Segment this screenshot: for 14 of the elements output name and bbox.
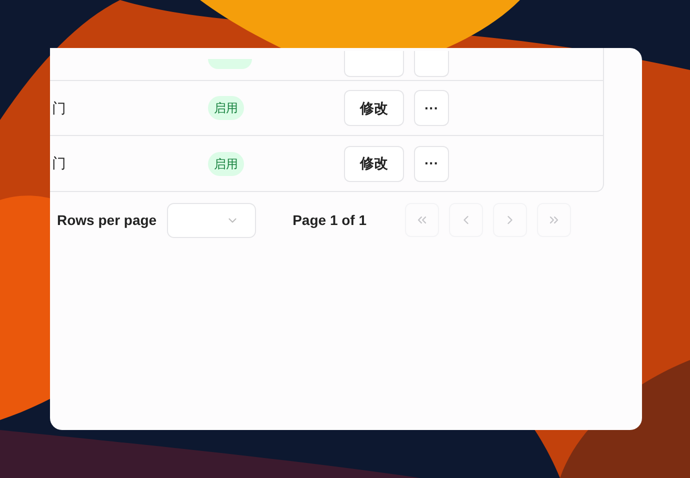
table-cell: 门	[52, 155, 66, 171]
rows-per-page-label: Rows per page	[57, 210, 157, 230]
status-tag: 启用	[208, 96, 244, 120]
table-cell: 门	[52, 100, 66, 116]
status-tag: 启用	[208, 152, 244, 176]
page-indicator: Page 1 of 1	[292, 210, 367, 230]
edit-button[interactable]	[344, 51, 404, 77]
edit-button[interactable]: 修改	[344, 90, 404, 126]
more-button[interactable]	[414, 51, 449, 77]
edit-button[interactable]: 修改	[344, 146, 404, 182]
rows-per-page-select[interactable]	[166, 202, 256, 238]
more-button[interactable]: ···	[414, 146, 449, 182]
status-tag	[208, 59, 252, 69]
more-button[interactable]: ···	[414, 90, 449, 126]
